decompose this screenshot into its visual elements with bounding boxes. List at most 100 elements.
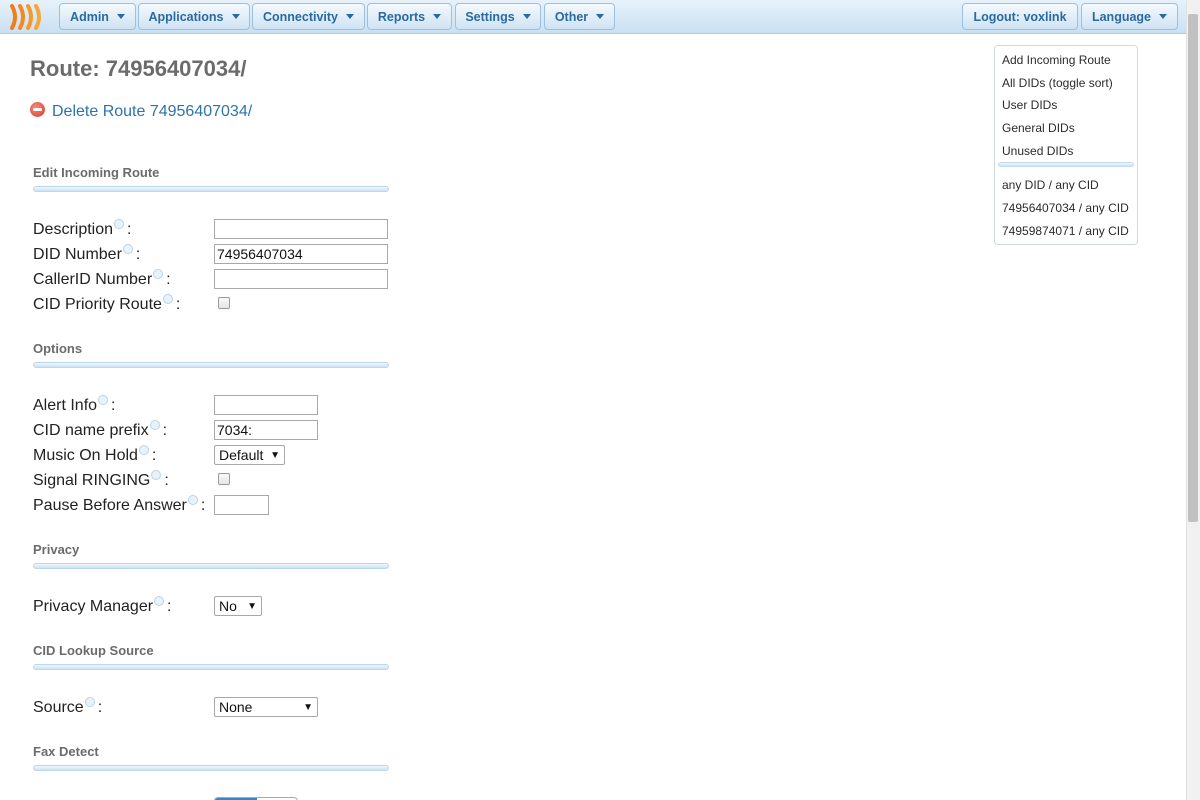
logout-label: Logout: voxlink [973,9,1067,24]
source-label: Source : [33,697,103,716]
section-fax-heading: Fax Detect [33,744,99,759]
nav-reports-label: Reports [377,9,426,24]
section-divider [33,362,389,368]
callerid-number-label: CallerID Number : [33,269,171,288]
source-label-text: Source [33,699,84,716]
moh-select[interactable]: Default ▼ [214,445,285,465]
nav-admin-label: Admin [70,9,109,24]
section-privacy-heading: Privacy [33,542,80,557]
chevron-down-icon [522,14,531,19]
help-icon[interactable] [149,420,160,430]
top-nav-bar: Admin Applications Connectivity Reports … [0,0,1186,34]
side-menu-user-dids[interactable]: User DIDs [1002,98,1057,112]
signal-ringing-checkbox[interactable] [218,473,230,485]
cid-priority-checkbox[interactable] [218,297,230,309]
freepbx-logo-icon[interactable] [9,4,49,30]
scrollbar-thumb[interactable] [1188,14,1198,522]
help-icon[interactable] [138,445,149,455]
nav-connectivity[interactable]: Connectivity [252,3,365,30]
privacy-manager-label-text: Privacy Manager [33,598,154,615]
cid-prefix-label: CID name prefix : [33,420,168,439]
help-icon[interactable] [153,269,164,279]
privacy-manager-label: Privacy Manager : [33,596,172,615]
cid-priority-label-text: CID Priority Route [33,296,162,313]
alert-info-input[interactable] [214,395,318,415]
delete-route-link[interactable]: Delete Route 74956407034/ [30,101,253,121]
did-number-input[interactable] [214,244,388,264]
help-icon[interactable] [84,697,95,707]
side-menu-all-dids[interactable]: All DIDs (toggle sort) [1002,76,1113,90]
signal-ringing-label-text: Signal RINGING [33,472,151,489]
help-icon[interactable] [98,395,109,405]
side-menu-add-incoming-route[interactable]: Add Incoming Route [1002,53,1111,67]
side-menu-general-dids[interactable]: General DIDs [1002,121,1075,135]
pause-label-text: Pause Before Answer [33,497,187,514]
delete-icon [30,101,45,117]
section-options-heading: Options [33,341,83,356]
nav-settings[interactable]: Settings [455,3,541,30]
chevron-down-icon [596,14,605,19]
alert-info-label-text: Alert Info [33,397,98,414]
chevron-down-icon [116,14,125,19]
pause-input[interactable] [214,495,269,515]
description-label: Description : [33,219,132,238]
nav-settings-label: Settings [465,9,515,24]
cid-prefix-input[interactable] [214,420,318,440]
alert-info-label: Alert Info : [33,395,116,414]
side-menu-route-item[interactable]: 74956407034 / any CID [1002,201,1129,215]
nav-other[interactable]: Other [544,3,615,30]
signal-ringing-label: Signal RINGING : [33,470,169,489]
description-label-text: Description [33,221,114,238]
privacy-manager-select[interactable]: No ▼ [214,596,262,616]
did-number-label-text: DID Number [33,246,122,263]
description-input[interactable] [214,219,388,239]
privacy-manager-select-value: No [219,598,237,614]
language-label: Language [1091,9,1152,24]
page: Admin Applications Connectivity Reports … [0,0,1200,800]
side-menu-route-item[interactable]: any DID / any CID [1002,178,1099,192]
dropdown-arrow-icon: ▼ [247,600,257,612]
nav-other-label: Other [554,9,589,24]
cid-priority-label: CID Priority Route : [33,294,181,313]
nav-applications-label: Applications [148,9,224,24]
pause-label: Pause Before Answer : [33,495,206,514]
nav-connectivity-label: Connectivity [262,9,338,24]
chevron-down-icon [433,14,442,19]
dropdown-arrow-icon: ▼ [303,701,313,713]
help-icon[interactable] [122,244,133,254]
dropdown-arrow-icon: ▼ [270,449,280,461]
section-edit-heading: Edit Incoming Route [33,165,160,180]
nav-reports[interactable]: Reports [367,3,452,30]
moh-label: Music On Hold : [33,445,157,464]
side-menu-route-item[interactable]: 74959874071 / any CID [1002,224,1129,238]
side-menu-unused-dids[interactable]: Unused DIDs [1002,144,1073,158]
section-divider [33,563,389,569]
section-divider [33,664,389,670]
section-divider [33,186,389,192]
section-cid-lookup-heading: CID Lookup Source [33,643,154,658]
moh-label-text: Music On Hold [33,447,138,464]
did-number-label: DID Number : [33,244,141,263]
nav-applications[interactable]: Applications [138,3,250,30]
side-menu: Add Incoming Route All DIDs (toggle sort… [994,45,1138,245]
source-select-value: None [219,699,253,715]
nav-admin[interactable]: Admin [59,3,136,30]
logout-button[interactable]: Logout: voxlink [962,3,1078,30]
help-icon[interactable] [114,219,125,229]
source-select[interactable]: None ▼ [214,697,318,717]
chevron-down-icon [346,14,354,19]
help-icon[interactable] [154,596,165,606]
delete-route-label: Delete Route 74956407034/ [52,103,253,120]
language-button[interactable]: Language [1081,3,1178,30]
moh-select-value: Default [219,447,264,463]
help-icon[interactable] [187,495,198,505]
cid-prefix-label-text: CID name prefix [33,422,149,439]
page-title: Route: 74956407034/ [30,56,247,81]
chevron-down-icon [1159,14,1168,19]
help-icon[interactable] [151,470,162,480]
section-divider [33,765,389,771]
chevron-down-icon [231,14,240,19]
help-icon[interactable] [162,294,173,304]
callerid-number-label-text: CallerID Number [33,271,153,288]
callerid-number-input[interactable] [214,269,388,289]
